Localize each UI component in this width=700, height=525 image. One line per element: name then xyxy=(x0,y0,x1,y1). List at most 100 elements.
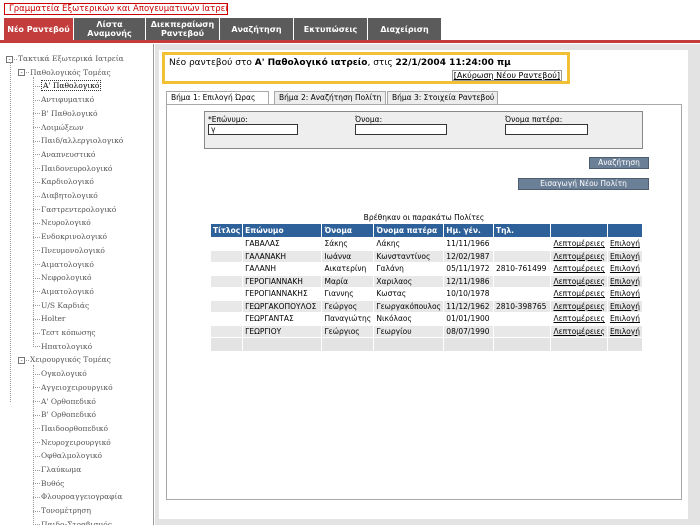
select-link[interactable]: Επιλογή xyxy=(606,287,644,301)
tree-item[interactable]: Ογκολογικό xyxy=(33,368,87,380)
tab-process-appointment[interactable]: Διεκπεραίωση Ραντεβού xyxy=(146,18,220,40)
tree-item[interactable]: Φλουροαγγειογραφία xyxy=(33,491,123,503)
tree-item-label: Αντιφυματικό xyxy=(41,95,95,105)
cell-surname: ΓΑΛΑΝΗ xyxy=(242,262,323,276)
add-citizen-button[interactable]: Εισαγωγή Νέου Πολίτη xyxy=(518,178,649,190)
tree-item[interactable]: Α' Ορθοπεδικό xyxy=(33,396,96,408)
tree-item[interactable]: Παιδονευρολογικό xyxy=(33,163,112,175)
tab-search[interactable]: Αναζήτηση xyxy=(220,18,294,40)
tree-item[interactable]: Διαβητολογικό xyxy=(33,190,98,202)
name-input[interactable] xyxy=(355,124,447,135)
select-link[interactable]: Επιλογή xyxy=(606,312,644,326)
footer-cell xyxy=(550,337,608,352)
cancel-appointment-link[interactable]: [Ακύρωση Νέου Ραντεβού] xyxy=(451,70,562,81)
tree-item[interactable]: Α' Παθολογικό xyxy=(33,80,102,92)
results-body: ΓΑΒΑΛΑΣ Σάκης Λάκης 11/11/1966 Λεπτομέρειες Ε… xyxy=(209,237,644,352)
cell-title xyxy=(209,299,244,313)
tree-item[interactable]: Τονομέτρηση xyxy=(33,505,91,517)
cell-dob: 11/12/1962 xyxy=(443,299,494,313)
surname-input[interactable] xyxy=(208,124,298,135)
cell-phone xyxy=(492,237,552,251)
father-name-input[interactable] xyxy=(505,124,588,135)
select-link[interactable]: Επιλογή xyxy=(606,274,644,288)
details-link[interactable]: Λεπτομέρειες xyxy=(550,274,608,288)
tree-item-label: Ενδοκρινολογικό xyxy=(41,232,108,242)
tab-new-appointment[interactable]: Νέο Ραντεβού xyxy=(4,18,74,40)
tab-waiting-list[interactable]: Λίστα Αναμονής xyxy=(74,18,146,40)
tree-connector xyxy=(26,359,29,361)
tab-prints[interactable]: Εκτυπώσεις xyxy=(294,18,368,40)
results-table: Τίτλος Επώνυμο Όνομα Όνομα πατέρα Ημ. γέ… xyxy=(209,223,644,352)
details-link[interactable]: Λεπτομέρειες xyxy=(550,249,608,263)
tree-item[interactable]: Νευρολογικό xyxy=(33,217,91,229)
table-row: ΓΕΩΡΓΑΝΤΑΣ Παναγιώτης Νικόλαος 01/01/1900 Λε… xyxy=(209,312,644,326)
tree-item[interactable]: Γλαύκωμα xyxy=(33,464,81,476)
tree-item[interactable]: Αντιφυματικό xyxy=(33,94,94,106)
details-link[interactable]: Λεπτομέρειες xyxy=(550,312,608,326)
tree-item[interactable]: Οφθαλμολογικό xyxy=(33,450,102,462)
cell-surname: ΓΑΛΑΝΑΚΗ xyxy=(242,249,323,263)
tree-item[interactable]: Λοιμώξεων xyxy=(33,122,84,134)
tree-item[interactable]: Γαστρεντερολογικό xyxy=(33,204,116,216)
tree-connector xyxy=(33,332,40,334)
cell-father: Νικόλαος xyxy=(373,312,445,326)
select-link[interactable]: Επιλογή xyxy=(606,299,644,313)
col-phone: Τηλ. xyxy=(492,223,552,238)
details-link[interactable]: Λεπτομέρειες xyxy=(550,299,608,313)
col-father-name: Όνομα πατέρα xyxy=(373,223,445,238)
tree-item[interactable]: Νεφρολογικό xyxy=(33,272,92,284)
footer-cell xyxy=(209,337,244,352)
cell-father: Γαλάνη xyxy=(373,262,445,276)
details-link[interactable]: Λεπτομέρειες xyxy=(550,262,608,276)
cell-dob: 12/11/1986 xyxy=(443,274,494,288)
tree-item-label: Τονομέτρηση xyxy=(41,506,92,516)
details-link[interactable]: Λεπτομέρειες xyxy=(550,237,608,251)
footer-cell xyxy=(321,337,375,352)
tree-item-label: Χειρουργικός Τομέας xyxy=(30,355,111,365)
tab-administration[interactable]: Διαχείριση xyxy=(368,18,442,40)
select-link[interactable]: Επιλογή xyxy=(606,262,644,276)
tree-item-label: Γλαύκωμα xyxy=(41,465,82,474)
step-tab-1[interactable]: Βήμα 1: Επιλογή Ώρας xyxy=(166,91,269,104)
tree-item[interactable]: Β' Παθολογικό xyxy=(33,108,98,120)
tree-item[interactable]: Αιματολογικό xyxy=(33,259,94,271)
tree-group[interactable]: - Χειρουργικός Τομέας xyxy=(18,354,111,366)
cell-father: Χαριλαος xyxy=(373,274,445,288)
step-tab-3[interactable]: Βήμα 3: Στοιχεία Ραντεβού xyxy=(387,91,498,104)
collapse-toggle-icon[interactable]: - xyxy=(18,69,25,77)
tree-item-label: Β' Ορθοπεδικό xyxy=(41,410,97,420)
tree-item[interactable]: Αιματολογικό xyxy=(33,286,94,298)
tree-item[interactable]: Ηπατολογικό xyxy=(33,341,92,353)
clinic-tree-sidebar[interactable]: - Τακτικά Εξωτερικά Ιατρεία - Παθολογικός Τ… xyxy=(0,44,154,525)
tree-item[interactable]: Ενδοκρινολογικό xyxy=(33,231,107,243)
collapse-toggle-icon[interactable]: - xyxy=(18,356,25,364)
tree-item[interactable]: U/S Καρδιάς xyxy=(33,300,89,312)
tree-item[interactable]: Παιδ/αλλεργιολογικό xyxy=(33,135,123,147)
details-link[interactable]: Λεπτομέρειες xyxy=(550,324,608,338)
tree-item[interactable]: Holter xyxy=(33,313,66,325)
tree-item[interactable]: Παιδο-Στραβισμός xyxy=(33,519,112,525)
search-button[interactable]: Αναζήτηση xyxy=(589,157,649,169)
tree-item-label: Α' Ορθοπεδικό xyxy=(41,396,96,406)
tree-item[interactable]: Πνευμονολογικό xyxy=(33,245,105,257)
details-link[interactable]: Λεπτομέρειες xyxy=(550,287,608,301)
tree-item[interactable]: Τεστ κόπωσης xyxy=(33,327,96,339)
tree-item[interactable]: Β' Ορθοπεδικό xyxy=(33,409,96,421)
select-link[interactable]: Επιλογή xyxy=(606,237,644,251)
tree-item[interactable]: Αναπνευστικό xyxy=(33,149,95,161)
tree-item-label: Παιδ/αλλεργιολογικό xyxy=(41,136,124,146)
step-tab-2[interactable]: Βήμα 2: Αναζήτηση Πολίτη xyxy=(274,91,386,104)
tree-group[interactable]: - Παθολογικός Τομέας xyxy=(18,67,111,79)
tree-root[interactable]: - Τακτικά Εξωτερικά Ιατρεία xyxy=(6,53,124,65)
select-link[interactable]: Επιλογή xyxy=(606,249,644,263)
tree-connector xyxy=(33,455,40,457)
cell-dob: 10/10/1978 xyxy=(443,287,494,301)
tree-item[interactable]: Αγγειοχειρουργικό xyxy=(33,382,113,394)
tree-item[interactable]: Παιδοορθοπεδικό xyxy=(33,423,108,435)
tree-item[interactable]: Καρδιολογικό xyxy=(33,176,94,188)
tree-item-label: Αιματολογικό xyxy=(41,259,94,269)
select-link[interactable]: Επιλογή xyxy=(606,324,644,338)
tree-item[interactable]: Νευροχειρουργικό xyxy=(33,437,111,449)
table-row: ΓΕΩΡΓΙΟΥ Γεώργιος Γεωργίου 08/07/1990 Λεπτομ… xyxy=(209,324,644,338)
tree-item[interactable]: Βυθός xyxy=(33,478,64,490)
